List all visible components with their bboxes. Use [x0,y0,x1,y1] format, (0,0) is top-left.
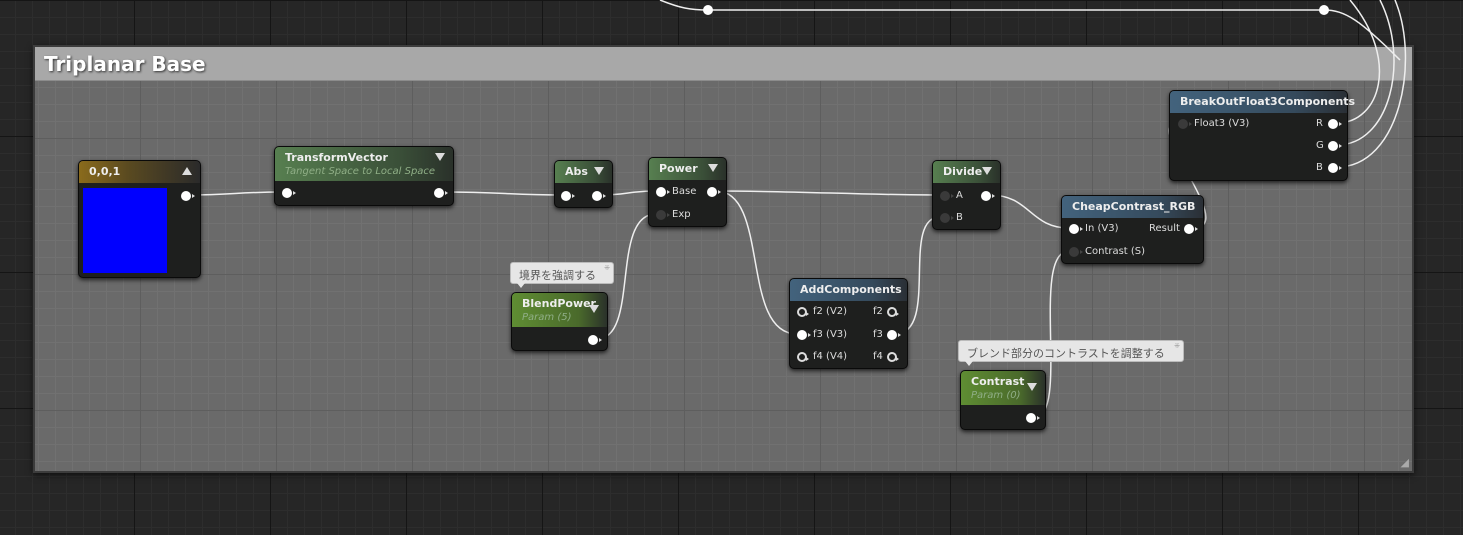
pin-label: Base [672,186,697,197]
node-blendpower-param[interactable]: BlendPower Param (5) [511,292,608,351]
node-comment-bubble[interactable]: ブレンド部分のコントラストを調整する ⁜ [958,340,1184,366]
output-pin[interactable] [434,188,448,198]
node-cheapcontrast-rgb[interactable]: CheapContrast_RGB In (V3) Contrast (S) R… [1061,195,1204,264]
node-title: TransformVector [285,151,388,164]
output-pin[interactable] [1026,413,1040,423]
pin-label: In (V3) [1085,223,1119,234]
node-transformvector[interactable]: TransformVector Tangent Space to Local Sp… [274,146,454,206]
node-breakoutfloat3components[interactable]: BreakOutFloat3Components Float3 (V3) R G… [1169,90,1355,181]
pin-label: f4 [873,351,883,362]
comment-text: 境界を強調する [519,269,596,282]
pin-label: f2 [873,306,883,317]
color-preview-swatch [83,188,167,273]
pin-label: Exp [672,209,691,220]
pin-label: B [956,212,963,223]
pin-label: f4 (V4) [813,351,848,362]
output-pin[interactable] [887,307,899,317]
node-power[interactable]: Power Base Exp [648,157,727,227]
input-pin-base[interactable] [656,187,670,197]
output-pin[interactable] [981,191,995,201]
pin-label: Float3 (V3) [1194,118,1250,129]
pin-label: f3 (V3) [813,329,848,340]
dropdown-arrow-icon[interactable] [589,305,599,313]
node-title: Abs [565,165,588,178]
input-pin-exp[interactable] [656,210,670,220]
input-pin-float3[interactable] [1178,119,1192,129]
pin-label: B [1316,162,1323,173]
node-addcomponents[interactable]: AddComponents f2 (V2) f3 (V3) f4 (V4) f2… [789,278,908,369]
input-pin[interactable] [797,330,811,340]
reroute-node [703,5,713,15]
input-pin-a[interactable] [940,191,954,201]
output-pin[interactable] [592,191,606,201]
node-subtitle: Param (0) [971,390,1021,401]
node-subtitle: Param (5) [522,312,572,323]
node-constant3vector[interactable]: 0,0,1 [78,160,201,278]
group-title[interactable]: Triplanar Base [35,47,1412,81]
node-title: AddComponents [800,283,902,296]
collapse-arrow-icon[interactable] [182,167,192,175]
input-pin[interactable] [282,188,296,198]
node-subtitle: Tangent Space to Local Space [285,166,436,177]
output-pin[interactable] [887,330,901,340]
output-pin[interactable] [707,187,721,197]
pin-label: Result [1149,223,1180,234]
resize-handle-icon[interactable]: ◢ [1401,456,1409,469]
node-title: Divide [943,165,983,178]
input-pin[interactable] [797,307,809,317]
node-comment-bubble[interactable]: 境界を強調する ⁜ [510,262,614,288]
input-pin-b[interactable] [940,213,954,223]
pin-label: f3 [873,329,883,340]
input-pin[interactable] [561,191,575,201]
pin-label: A [956,190,963,201]
node-title: 0,0,1 [89,165,121,178]
comment-text: ブレンド部分のコントラストを調整する [967,347,1165,360]
node-abs[interactable]: Abs [554,160,613,208]
dropdown-arrow-icon[interactable] [708,164,718,172]
pin-icon[interactable]: ⁜ [1174,342,1180,350]
node-title: BlendPower [522,297,596,310]
output-pin[interactable] [588,335,602,345]
dropdown-arrow-icon[interactable] [594,167,604,175]
dropdown-arrow-icon[interactable] [1027,383,1037,391]
output-pin[interactable] [887,352,899,362]
pin-label: R [1316,118,1323,129]
pin-icon[interactable]: ⁜ [604,264,610,272]
pin-label: Contrast (S) [1085,246,1146,257]
output-pin[interactable] [181,191,195,201]
input-pin-in[interactable] [1069,224,1083,234]
output-pin-result[interactable] [1184,224,1198,234]
node-header: 0,0,1 [79,161,200,183]
node-title: Contrast [971,375,1025,388]
pin-label: G [1316,140,1324,151]
node-title: Power [659,162,698,175]
dropdown-arrow-icon[interactable] [435,153,445,161]
dropdown-arrow-icon[interactable] [982,167,992,175]
node-title: BreakOutFloat3Components [1180,95,1356,108]
pin-label: f2 (V2) [813,306,848,317]
node-contrast-param[interactable]: Contrast Param (0) [960,370,1046,430]
output-pin-r[interactable] [1328,119,1342,129]
reroute-node [1319,5,1329,15]
output-pin-b[interactable] [1328,163,1342,173]
input-pin-contrast[interactable] [1069,247,1083,257]
node-divide[interactable]: Divide A B [932,160,1001,230]
input-pin[interactable] [797,352,809,362]
output-pin-g[interactable] [1328,141,1342,151]
node-title: CheapContrast_RGB [1072,200,1196,213]
